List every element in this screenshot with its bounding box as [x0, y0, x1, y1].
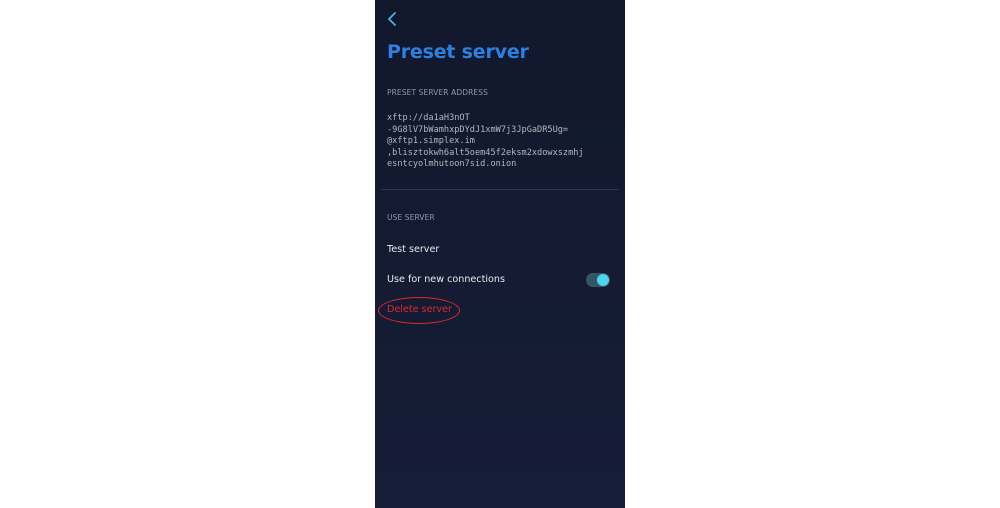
- test-server-button[interactable]: Test server: [387, 244, 439, 255]
- server-address-text: xftp://da1aH3nOT -9G8lV7bWamhxpDYdJ1xmW7…: [387, 113, 584, 169]
- section-divider: [381, 189, 619, 190]
- preset-address-header: PRESET SERVER ADDRESS: [387, 88, 488, 97]
- use-server-header: USE SERVER: [387, 213, 435, 222]
- back-button[interactable]: [385, 10, 401, 28]
- page-title: Preset server: [387, 41, 529, 63]
- use-new-connections-label: Use for new connections: [387, 274, 505, 285]
- use-new-connections-toggle[interactable]: [586, 273, 610, 287]
- toggle-knob: [597, 274, 609, 286]
- delete-server-button[interactable]: Delete server: [387, 304, 452, 315]
- chevron-left-icon: [388, 12, 396, 26]
- server-settings-screen: Preset server PRESET SERVER ADDRESS xftp…: [375, 0, 625, 508]
